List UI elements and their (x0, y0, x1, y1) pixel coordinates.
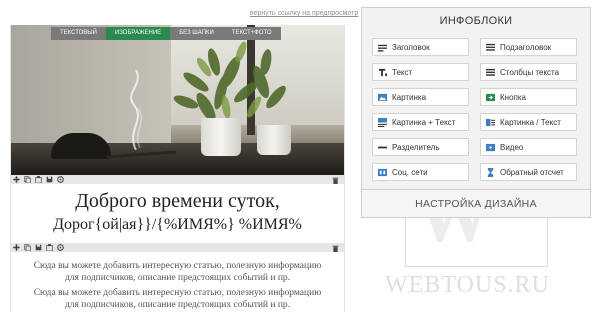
add-image-button[interactable]: Картинка (372, 88, 469, 106)
settings-icon[interactable] (56, 176, 64, 184)
block-toolbar (11, 175, 344, 184)
text-paragraph[interactable]: Сюда вы можете добавить интересную стать… (11, 287, 344, 311)
save-icon[interactable] (34, 244, 42, 252)
paste-icon[interactable] (45, 244, 53, 252)
text-columns-icon (486, 68, 495, 77)
trash-icon[interactable] (331, 244, 339, 252)
header-image[interactable]: ТЕКСТОВЫЙ ИЗОБРАЖЕНИЕ БЕЗ ШАПКИ ТЕКСТ+ФО… (11, 25, 344, 175)
block-toolbar (11, 243, 344, 252)
email-canvas: ТЕКСТОВЫЙ ИЗОБРАЖЕНИЕ БЕЗ ШАПКИ ТЕКСТ+ФО… (10, 25, 345, 312)
heading-icon (378, 43, 387, 52)
add-divider-button[interactable]: Разделитель (372, 138, 469, 156)
design-settings-button[interactable]: НАСТРОЙКА ДИЗАЙНА (361, 190, 591, 218)
divider-icon (378, 143, 387, 152)
greeting-line1: Доброго времени суток, (75, 190, 280, 212)
add-video-button[interactable]: Видео (480, 138, 577, 156)
add-countdown-button[interactable]: Обратный отсчет (480, 163, 577, 181)
hourglass-icon (486, 167, 495, 177)
subheading-icon (486, 43, 495, 52)
add-subheading-button[interactable]: Подзаголовок (480, 38, 577, 56)
image-slash-text-icon (486, 118, 495, 127)
add-button-button[interactable]: Кнопка (480, 88, 577, 106)
preview-link[interactable]: вернуть ссылку на предпросмотр (250, 10, 358, 17)
copy-icon[interactable] (23, 244, 31, 252)
image-icon (378, 93, 387, 102)
social-icon (378, 168, 387, 177)
add-image-slash-text-button[interactable]: Картинка / Текст (480, 113, 577, 131)
add-text-button[interactable]: Текст (372, 63, 469, 81)
image-text-icon (378, 117, 387, 127)
add-image-text-button[interactable]: Картинка + Текст (372, 113, 469, 131)
add-text-columns-button[interactable]: Столбцы текста (480, 63, 577, 81)
trash-icon[interactable] (331, 176, 339, 184)
copy-icon[interactable] (23, 176, 31, 184)
tab-text-photo[interactable]: ТЕКСТ+ФОТО (222, 27, 281, 40)
add-social-button[interactable]: Соц. сети (372, 163, 469, 181)
watermark-text: WEBTOUS.RU (385, 272, 550, 298)
move-icon[interactable] (12, 176, 20, 184)
email-editor: вернуть ссылку на предпросмотр ТЕКСТОВЫЙ… (0, 0, 358, 312)
button-icon (486, 93, 495, 102)
tab-image[interactable]: ИЗОБРАЖЕНИЕ (105, 27, 171, 40)
save-icon[interactable] (45, 176, 53, 184)
video-icon (486, 143, 495, 152)
tab-no-header[interactable]: БЕЗ ШАПКИ (170, 27, 223, 40)
greeting-line2: Дорог{ой|ая}}/{%ИМЯ%} %ИМЯ% (53, 216, 302, 233)
paste-icon[interactable] (34, 176, 42, 184)
text-icon (378, 68, 387, 77)
greeting-block[interactable]: Доброго времени суток, Дорог{ой|ая}}/{%И… (11, 188, 344, 236)
move-icon[interactable] (12, 244, 20, 252)
panel-title: ИНФОБЛОКИ (439, 15, 513, 27)
tab-text[interactable]: ТЕКСТОВЫЙ (51, 27, 106, 40)
infoblocks-panel: ИНФОБЛОКИ Заголовок Подзаголовок Текст С… (361, 7, 591, 190)
text-paragraph[interactable]: Сюда вы можете добавить интересную стать… (11, 260, 344, 284)
add-heading-button[interactable]: Заголовок (372, 38, 469, 56)
header-style-tabs: ТЕКСТОВЫЙ ИЗОБРАЖЕНИЕ БЕЗ ШАПКИ ТЕКСТ+ФО… (51, 27, 281, 40)
settings-icon[interactable] (56, 244, 64, 252)
